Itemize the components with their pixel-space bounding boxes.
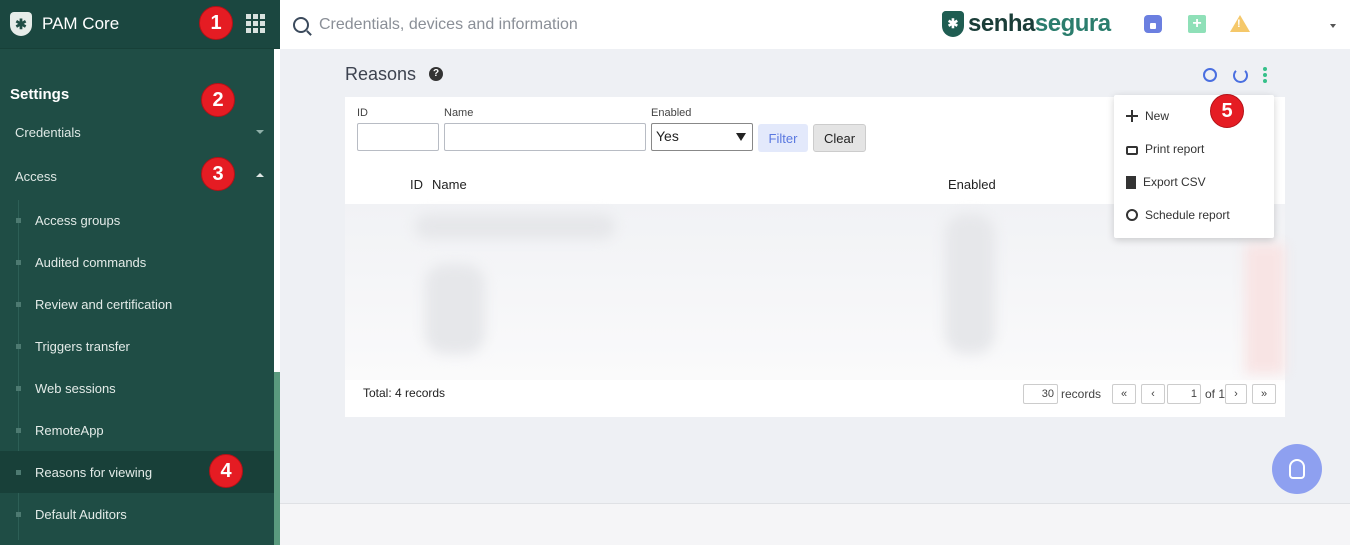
blurred-row bbox=[415, 214, 615, 239]
refresh-icon[interactable] bbox=[1233, 68, 1248, 83]
page-title: Reasons bbox=[345, 64, 417, 84]
home-icon[interactable] bbox=[1144, 15, 1162, 33]
menu-item-label: Export CSV bbox=[1143, 175, 1206, 189]
menu-item-label: New bbox=[1145, 109, 1170, 123]
brand-shield-icon: ✱ bbox=[942, 11, 964, 37]
page-of-label: of 1 bbox=[1205, 387, 1226, 401]
sidebar-scroll-track bbox=[274, 49, 280, 372]
bullet-icon bbox=[16, 217, 21, 223]
brand-logo: ✱ senhasegura bbox=[942, 10, 1111, 38]
dropdown-arrow-icon bbox=[736, 133, 746, 141]
filter-button[interactable]: Filter bbox=[758, 124, 808, 152]
search-toggle-icon[interactable] bbox=[1203, 68, 1217, 82]
sidebar-item-review-certification[interactable]: Review and certification bbox=[0, 283, 274, 325]
filter-name-label: Name bbox=[444, 107, 474, 119]
clock-icon bbox=[1126, 209, 1138, 221]
prev-page-button[interactable]: ‹ bbox=[1141, 384, 1165, 404]
menu-item-export-csv[interactable]: Export CSV bbox=[1126, 175, 1206, 189]
records-label: records bbox=[1061, 387, 1102, 401]
chevron-down-icon[interactable] bbox=[256, 130, 264, 134]
menu-item-label: Schedule report bbox=[1145, 208, 1230, 222]
annotation-badge-2: 2 bbox=[201, 83, 235, 117]
global-search-input[interactable] bbox=[319, 15, 819, 34]
sidebar-section-credentials[interactable]: Credentials bbox=[15, 125, 81, 140]
bullet-icon bbox=[16, 511, 21, 517]
column-header-enabled[interactable]: Enabled bbox=[948, 177, 996, 192]
sidebar-item-label: Access groups bbox=[35, 212, 121, 228]
sidebar-item-label: Review and certification bbox=[35, 296, 173, 312]
add-document-icon[interactable]: + bbox=[1188, 15, 1206, 33]
blurred-actions bbox=[1245, 244, 1285, 374]
warning-mark: ! bbox=[1237, 18, 1241, 30]
sidebar-item-label: Default Auditors bbox=[35, 506, 127, 522]
sidebar-item-remoteapp[interactable]: RemoteApp bbox=[0, 409, 274, 451]
blurred-row bbox=[425, 264, 485, 354]
page-number-input[interactable]: 1 bbox=[1167, 384, 1201, 404]
sidebar-item-access-groups[interactable]: Access groups bbox=[0, 199, 274, 241]
print-icon bbox=[1126, 145, 1138, 155]
total-records: Total: 4 records bbox=[363, 386, 446, 400]
annotation-badge-3: 3 bbox=[201, 157, 235, 191]
sidebar-item-audited-commands[interactable]: Audited commands bbox=[0, 241, 274, 283]
app-name: PAM Core bbox=[42, 14, 120, 33]
bullet-icon bbox=[16, 259, 21, 265]
sidebar-item-label: Web sessions bbox=[35, 380, 116, 396]
sidebar-item-label: Audited commands bbox=[35, 254, 147, 270]
more-options-menu: New Print report Export CSV Schedule rep… bbox=[1114, 95, 1274, 238]
sidebar-item-label: Reasons for viewing bbox=[35, 464, 153, 480]
filter-id-label: ID bbox=[357, 107, 368, 119]
menu-item-label: Print report bbox=[1145, 142, 1205, 156]
bullet-icon bbox=[16, 427, 21, 433]
filter-name-input[interactable] bbox=[444, 123, 646, 151]
tips-button[interactable] bbox=[1272, 444, 1322, 494]
sidebar-heading: Settings bbox=[10, 86, 70, 103]
sidebar-header: ✱ PAM Core bbox=[0, 0, 280, 49]
annotation-badge-1: 1 bbox=[199, 6, 233, 40]
menu-item-schedule-report[interactable]: Schedule report bbox=[1126, 208, 1230, 222]
file-icon bbox=[1126, 175, 1136, 189]
annotation-badge-4: 4 bbox=[209, 454, 243, 488]
annotation-badge-5: 5 bbox=[1210, 94, 1244, 128]
bullet-icon bbox=[16, 301, 21, 307]
menu-item-print-report[interactable]: Print report bbox=[1126, 142, 1204, 156]
logo-icon: ✱ bbox=[10, 12, 32, 36]
menu-item-new[interactable]: New bbox=[1126, 109, 1169, 123]
bullet-icon bbox=[16, 343, 21, 349]
user-menu-caret-icon[interactable] bbox=[1330, 24, 1336, 28]
sidebar-section-access[interactable]: Access bbox=[15, 169, 57, 184]
first-page-button[interactable]: « bbox=[1112, 384, 1136, 404]
top-bar: ✱ senhasegura + ! bbox=[280, 0, 1350, 49]
bullet-icon bbox=[16, 385, 21, 391]
per-page-input[interactable]: 30 bbox=[1023, 384, 1058, 404]
sidebar-item-default-auditors[interactable]: Default Auditors bbox=[0, 493, 274, 535]
sidebar-item-web-sessions[interactable]: Web sessions bbox=[0, 367, 274, 409]
apps-grid-icon[interactable] bbox=[246, 14, 268, 34]
search-icon bbox=[293, 16, 309, 33]
brand-text-part1: senha bbox=[968, 10, 1035, 37]
last-page-button[interactable]: » bbox=[1252, 384, 1276, 404]
column-header-id[interactable]: ID bbox=[410, 177, 423, 192]
sidebar-item-triggers-transfer[interactable]: Triggers transfer bbox=[0, 325, 274, 367]
page-footer bbox=[280, 504, 1350, 545]
plus-icon bbox=[1126, 110, 1138, 122]
more-options-icon[interactable] bbox=[1263, 67, 1268, 85]
chevron-up-icon[interactable] bbox=[256, 173, 264, 177]
sidebar-item-label: RemoteApp bbox=[35, 422, 104, 438]
sidebar-item-label: Triggers transfer bbox=[35, 338, 130, 354]
bullet-icon bbox=[16, 469, 21, 475]
filter-enabled-select[interactable]: Yes bbox=[651, 123, 753, 151]
lightbulb-icon bbox=[1289, 459, 1305, 479]
filter-id-input[interactable] bbox=[357, 123, 439, 151]
brand-text-part2: segura bbox=[1034, 10, 1111, 37]
filter-enabled-value: Yes bbox=[656, 128, 679, 144]
blurred-row bbox=[945, 214, 995, 354]
next-page-button[interactable]: › bbox=[1225, 384, 1247, 404]
clear-button[interactable]: Clear bbox=[813, 124, 866, 152]
column-header-name[interactable]: Name bbox=[432, 177, 467, 192]
filter-enabled-label: Enabled bbox=[651, 107, 692, 119]
help-icon[interactable]: ? bbox=[429, 67, 443, 81]
